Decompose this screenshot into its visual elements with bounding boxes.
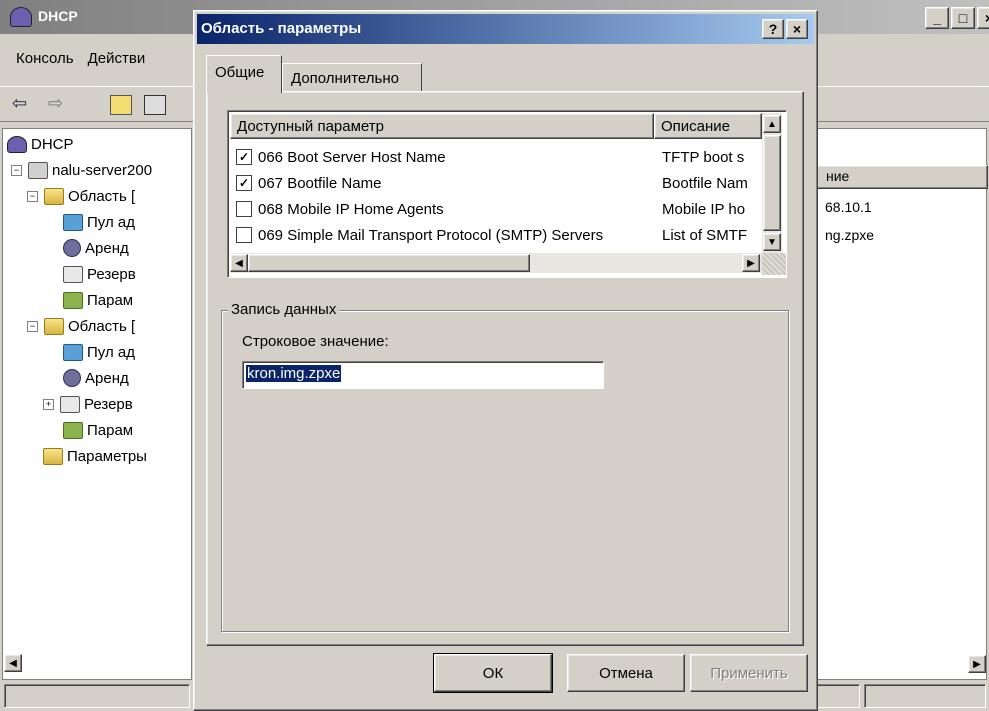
tree-item-dhcp[interactable]: DHCP <box>7 131 74 157</box>
options-icon <box>63 421 83 439</box>
tree-item-server-options[interactable]: Параметры <box>43 443 147 469</box>
dialog-title: Область - параметры <box>201 20 362 37</box>
leases-icon <box>63 239 81 257</box>
dialog-close-button[interactable]: × <box>786 19 808 39</box>
string-value-input[interactable]: kron.img.zpxe <box>242 361 604 389</box>
scroll-thumb[interactable] <box>248 254 530 272</box>
tab-page: Доступный параметр Описание ✓ 066 Boot S… <box>206 91 804 646</box>
tree-item-pool-2[interactable]: Пул ад <box>63 339 135 365</box>
option-checkbox[interactable]: ✓ <box>236 149 252 165</box>
options-icon <box>63 291 83 309</box>
scroll-down-icon[interactable]: ▼ <box>763 233 781 251</box>
dhcp-icon <box>7 135 27 153</box>
menu-action[interactable]: Действи <box>88 50 146 76</box>
collapse-icon[interactable]: − <box>27 320 38 332</box>
collapse-icon[interactable]: − <box>11 164 22 176</box>
option-checkbox[interactable]: ✓ <box>236 175 252 191</box>
options-dialog: Область - параметры ? × Общие Дополнител… <box>193 10 818 711</box>
string-value-text: kron.img.zpxe <box>246 365 342 382</box>
scroll-right-icon[interactable]: ▶ <box>742 254 760 272</box>
maximize-button[interactable]: □ <box>951 7 975 29</box>
folder-icon <box>44 317 64 335</box>
status-pane-1 <box>4 684 190 708</box>
list-item[interactable]: 068 Mobile IP Home Agents <box>236 196 444 222</box>
status-pane-3 <box>864 684 986 708</box>
option-checkbox[interactable] <box>236 227 252 243</box>
details-pane[interactable]: ние 68.10.1 ng.zpxe ▶ <box>812 128 988 680</box>
folder-icon <box>43 447 63 465</box>
option-description: Mobile IP ho <box>662 201 746 218</box>
minimize-button[interactable]: _ <box>925 7 949 29</box>
help-button[interactable]: ? <box>762 19 784 39</box>
option-description: List of SMTF <box>662 227 748 244</box>
tree-item-leases[interactable]: Аренд <box>63 235 129 261</box>
tree-item-leases-2[interactable]: Аренд <box>63 365 129 391</box>
address-pool-icon <box>63 343 83 361</box>
menu-bar: Консоль Действи <box>0 50 145 76</box>
cancel-button[interactable]: Отмена <box>567 654 685 692</box>
option-description: Bootfile Nam <box>662 175 748 192</box>
reservations-icon <box>63 265 83 283</box>
tree-item-pool[interactable]: Пул ад <box>63 209 135 235</box>
scroll-left-icon[interactable]: ◀ <box>230 254 248 272</box>
expand-icon[interactable]: + <box>43 398 54 410</box>
tree-item-scope[interactable]: − Область [ <box>27 183 135 209</box>
tree-item-reservations[interactable]: Резерв <box>63 261 136 287</box>
tree-item-reservations-2[interactable]: + Резерв <box>43 391 133 417</box>
column-header-description[interactable]: Описание <box>654 113 762 139</box>
main-title: DHCP <box>38 8 78 24</box>
details-value-2: ng.zpxe <box>825 227 875 243</box>
tree-item-server[interactable]: − nalu-server200 <box>11 157 152 183</box>
ok-button[interactable]: ОК <box>433 653 553 693</box>
option-description: TFTP boot s <box>662 149 745 166</box>
close-main-button[interactable]: × <box>977 7 989 29</box>
tree-item-options[interactable]: Парам <box>63 287 133 313</box>
list-item[interactable]: ✓ 066 Boot Server Host Name <box>236 144 446 170</box>
scroll-left-icon[interactable]: ◀ <box>4 654 22 672</box>
menu-console[interactable]: Консоль <box>0 50 74 76</box>
details-value-1: 68.10.1 <box>825 199 872 215</box>
column-header-option[interactable]: Доступный параметр <box>230 113 654 139</box>
folder-icon <box>44 187 64 205</box>
dialog-titlebar: Область - параметры ? × <box>197 14 814 44</box>
scrollbar-corner <box>762 253 786 275</box>
leases-icon <box>63 369 81 387</box>
scroll-thumb[interactable] <box>763 135 781 231</box>
horizontal-scrollbar[interactable]: ◀ ▶ <box>230 253 762 273</box>
address-pool-icon <box>63 213 83 231</box>
scroll-right-icon[interactable]: ▶ <box>968 655 986 673</box>
group-label: Запись данных <box>228 301 340 318</box>
status-pane-2 <box>812 684 860 708</box>
dhcp-app-icon <box>10 7 32 27</box>
server-icon <box>28 161 48 179</box>
reservations-icon <box>60 395 80 413</box>
back-icon[interactable]: ⇦ <box>12 93 27 114</box>
show-tree-icon[interactable] <box>144 95 166 115</box>
up-folder-icon[interactable] <box>110 95 132 115</box>
option-checkbox[interactable] <box>236 201 252 217</box>
tree-item-scope-2[interactable]: − Область [ <box>27 313 135 339</box>
tree-item-options-2[interactable]: Парам <box>63 417 133 443</box>
tree-pane[interactable]: DHCP − nalu-server200 − Область [ Пул ад… <box>2 128 192 680</box>
collapse-icon[interactable]: − <box>27 190 38 202</box>
string-value-label: Строковое значение: <box>242 333 389 350</box>
data-entry-group: Запись данных Строковое значение: kron.i… <box>221 301 789 632</box>
list-item[interactable]: ✓ 067 Bootfile Name <box>236 170 381 196</box>
forward-icon[interactable]: ⇨ <box>48 93 63 114</box>
tab-general[interactable]: Общие <box>206 55 282 93</box>
apply-button[interactable]: Применить <box>690 654 808 692</box>
column-header-description[interactable]: ние <box>813 165 988 189</box>
list-item[interactable]: 069 Simple Mail Transport Protocol (SMTP… <box>236 222 603 248</box>
options-list[interactable]: Доступный параметр Описание ✓ 066 Boot S… <box>227 110 787 278</box>
scroll-up-icon[interactable]: ▲ <box>763 115 781 133</box>
vertical-scrollbar[interactable]: ▲ ▼ <box>762 113 782 253</box>
tab-advanced[interactable]: Дополнительно <box>282 63 422 93</box>
